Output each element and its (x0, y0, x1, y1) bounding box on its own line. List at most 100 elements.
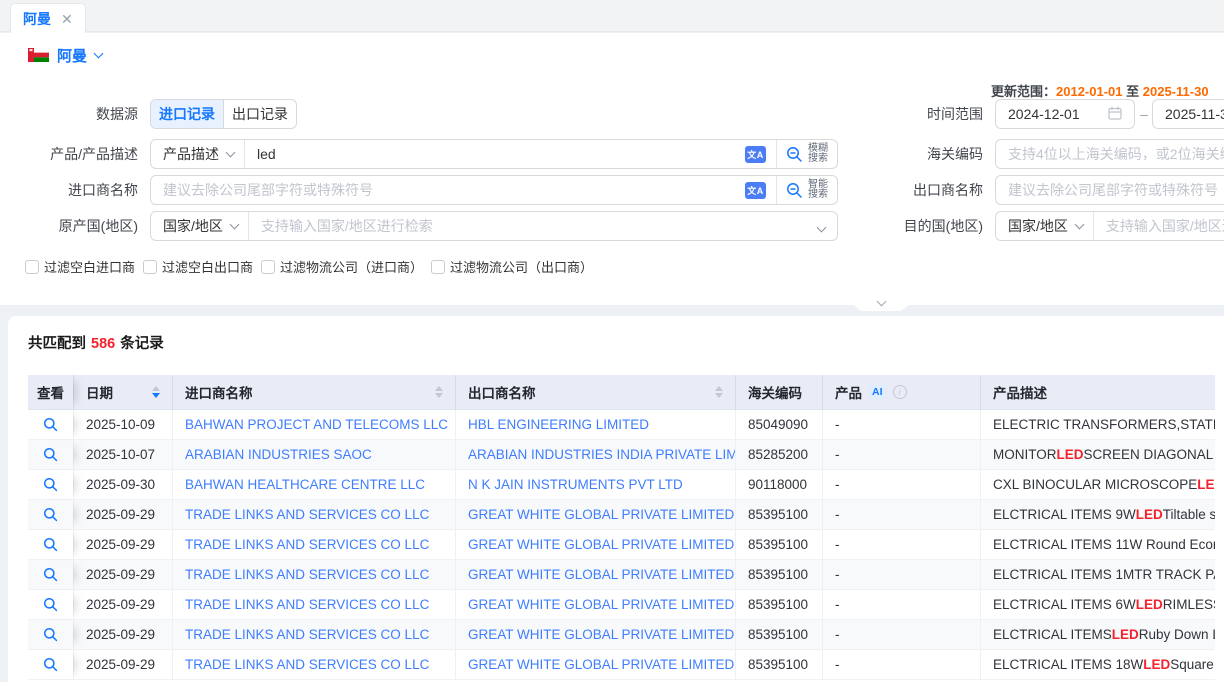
exporter-field (995, 175, 1224, 205)
checkbox[interactable] (431, 260, 445, 274)
description-cell: CXL BINOCULAR MICROSCOPE LED (... (980, 470, 1215, 499)
chevron-down-icon (806, 218, 837, 234)
sort-importer[interactable] (427, 386, 443, 398)
exporter-link[interactable]: GREAT WHITE GLOBAL PRIVATE LIMITED (455, 620, 735, 649)
fuzzy-search-button[interactable]: 模糊搜索 (777, 144, 837, 165)
exporter-link[interactable]: ARABIAN INDUSTRIES INDIA PRIVATE LIMIT..… (455, 440, 735, 469)
product-type-select[interactable]: 产品描述 (151, 144, 244, 164)
exporter-link[interactable]: GREAT WHITE GLOBAL PRIVATE LIMITED (455, 590, 735, 619)
importer-field: 文A 智能搜索 (150, 175, 838, 205)
checkbox-filter-blank-importer: 过滤空白进口商 (25, 257, 137, 276)
exporter-link[interactable]: GREAT WHITE GLOBAL PRIVATE LIMITED (455, 500, 735, 529)
translate-icon[interactable]: 文A (745, 146, 766, 163)
checkbox-filter-logistics-exporter: 过滤物流公司（出口商） (431, 257, 595, 276)
description-cell: ELCTRICAL ITEMS 18W LED Square E... (980, 650, 1215, 679)
table-row: 2025-09-29 TRADE LINKS AND SERVICES CO L… (28, 500, 1215, 530)
description-cell: MONITOR LED SCREEN DIAGONAL S... (980, 440, 1215, 469)
tab-import-records[interactable]: 进口记录 (151, 100, 223, 128)
importer-link[interactable]: TRADE LINKS AND SERVICES CO LLC (172, 560, 455, 589)
zoom-out-icon (786, 146, 803, 163)
hs-code-input[interactable] (996, 140, 1224, 168)
country-name: 阿曼 (57, 45, 87, 66)
destination-country-select[interactable]: 国家/地区 (996, 216, 1093, 236)
chevron-down-icon (229, 220, 239, 230)
tab-export-records[interactable]: 出口记录 (223, 100, 296, 128)
sort-exporter[interactable] (707, 386, 723, 398)
view-button[interactable] (28, 620, 73, 649)
translate-icon[interactable]: 文A (745, 182, 766, 199)
view-button[interactable] (28, 470, 73, 499)
importer-link[interactable]: ARABIAN INDUSTRIES SAOC (172, 440, 455, 469)
importer-link[interactable]: TRADE LINKS AND SERVICES CO LLC (172, 650, 455, 679)
origin-country-select[interactable]: 国家/地区 (151, 216, 248, 236)
view-magnifier-icon (43, 657, 58, 672)
product-cell: - (822, 500, 980, 529)
exporter-link[interactable]: GREAT WHITE GLOBAL PRIVATE LIMITED (455, 530, 735, 559)
hs-code-cell: 85395100 (735, 620, 822, 649)
exporter-input[interactable] (996, 176, 1224, 204)
tab-bar: 阿曼 ✕ (0, 0, 1224, 32)
date-start-input[interactable] (996, 100, 1096, 128)
chevron-down-icon (94, 49, 104, 59)
product-cell: - (822, 560, 980, 589)
destination-country-label: 目的国(地区) (873, 211, 983, 241)
collapse-panel-button[interactable] (843, 297, 919, 311)
filter-panel: 阿曼 数据源 进口记录 出口记录 更新范围：2012-01-01 至 2025-… (0, 33, 1224, 305)
view-button[interactable] (28, 500, 73, 529)
importer-link[interactable]: BAHWAN HEALTHCARE CENTRE LLC (172, 470, 455, 499)
view-magnifier-icon (43, 537, 58, 552)
exporter-label: 出口商名称 (873, 175, 983, 205)
hs-code-cell: 85285200 (735, 440, 822, 469)
chevron-down-icon (226, 148, 236, 158)
smart-search-button[interactable]: 智能搜索 (777, 180, 837, 201)
date-range-separator: – (1138, 99, 1150, 129)
sort-date[interactable] (144, 386, 160, 398)
table-body: 2025-10-09 BAHWAN PROJECT AND TELECOMS L… (28, 410, 1215, 680)
origin-country-label: 原产国(地区) (20, 211, 138, 241)
importer-link[interactable]: TRADE LINKS AND SERVICES CO LLC (172, 500, 455, 529)
time-range-label: 时间范围 (873, 99, 983, 129)
exporter-link[interactable]: N K JAIN INSTRUMENTS PVT LTD (455, 470, 735, 499)
checkbox[interactable] (143, 260, 157, 274)
view-button[interactable] (28, 560, 73, 589)
date-end-input[interactable] (1153, 100, 1224, 128)
table-row: 2025-09-30 BAHWAN HEALTHCARE CENTRE LLC … (28, 470, 1215, 500)
header-importer: 进口商名称 (172, 375, 455, 409)
checkbox[interactable] (261, 260, 275, 274)
header-description: 产品描述 (980, 375, 1215, 409)
country-selector[interactable]: 阿曼 (28, 43, 102, 67)
data-source-label: 数据源 (20, 99, 138, 129)
hs-code-field (995, 139, 1224, 169)
exporter-link[interactable]: GREAT WHITE GLOBAL PRIVATE LIMITED (455, 650, 735, 679)
close-icon[interactable]: ✕ (61, 12, 73, 26)
product-cell: - (822, 470, 980, 499)
view-button[interactable] (28, 590, 73, 619)
destination-country-field: 国家/地区 (995, 211, 1224, 241)
results-card: 共匹配到586条记录 查看 日期 进口商名称 出口商名称 海关编码 产品 AI … (8, 316, 1224, 682)
product-cell: - (822, 620, 980, 649)
importer-link[interactable]: TRADE LINKS AND SERVICES CO LLC (172, 530, 455, 559)
description-cell: ELCTRICAL ITEMS 1MTR TRACK PATT... (980, 560, 1215, 589)
view-button[interactable] (28, 440, 73, 469)
importer-link[interactable]: TRADE LINKS AND SERVICES CO LLC (172, 590, 455, 619)
view-button[interactable] (28, 410, 73, 439)
view-button[interactable] (28, 650, 73, 679)
exporter-link[interactable]: GREAT WHITE GLOBAL PRIVATE LIMITED (455, 560, 735, 589)
importer-link[interactable]: TRADE LINKS AND SERVICES CO LLC (172, 620, 455, 649)
table-row: 2025-10-09 BAHWAN PROJECT AND TELECOMS L… (28, 410, 1215, 440)
hs-code-label: 海关编码 (873, 139, 983, 169)
table-row: 2025-09-29 TRADE LINKS AND SERVICES CO L… (28, 560, 1215, 590)
exporter-link[interactable]: HBL ENGINEERING LIMITED (455, 410, 735, 439)
importer-link[interactable]: BAHWAN PROJECT AND TELECOMS LLC (172, 410, 455, 439)
table-row: 2025-09-29 TRADE LINKS AND SERVICES CO L… (28, 590, 1215, 620)
checkbox[interactable] (25, 260, 39, 274)
origin-country-field: 国家/地区 (150, 211, 838, 241)
product-input[interactable] (245, 140, 745, 168)
view-button[interactable] (28, 530, 73, 559)
destination-country-input[interactable] (1094, 212, 1224, 240)
chevron-down-icon (1074, 220, 1084, 230)
tab-oman[interactable]: 阿曼 ✕ (10, 3, 86, 33)
origin-country-input[interactable] (249, 212, 806, 240)
info-icon[interactable]: i (893, 385, 907, 399)
importer-input[interactable] (151, 176, 745, 204)
